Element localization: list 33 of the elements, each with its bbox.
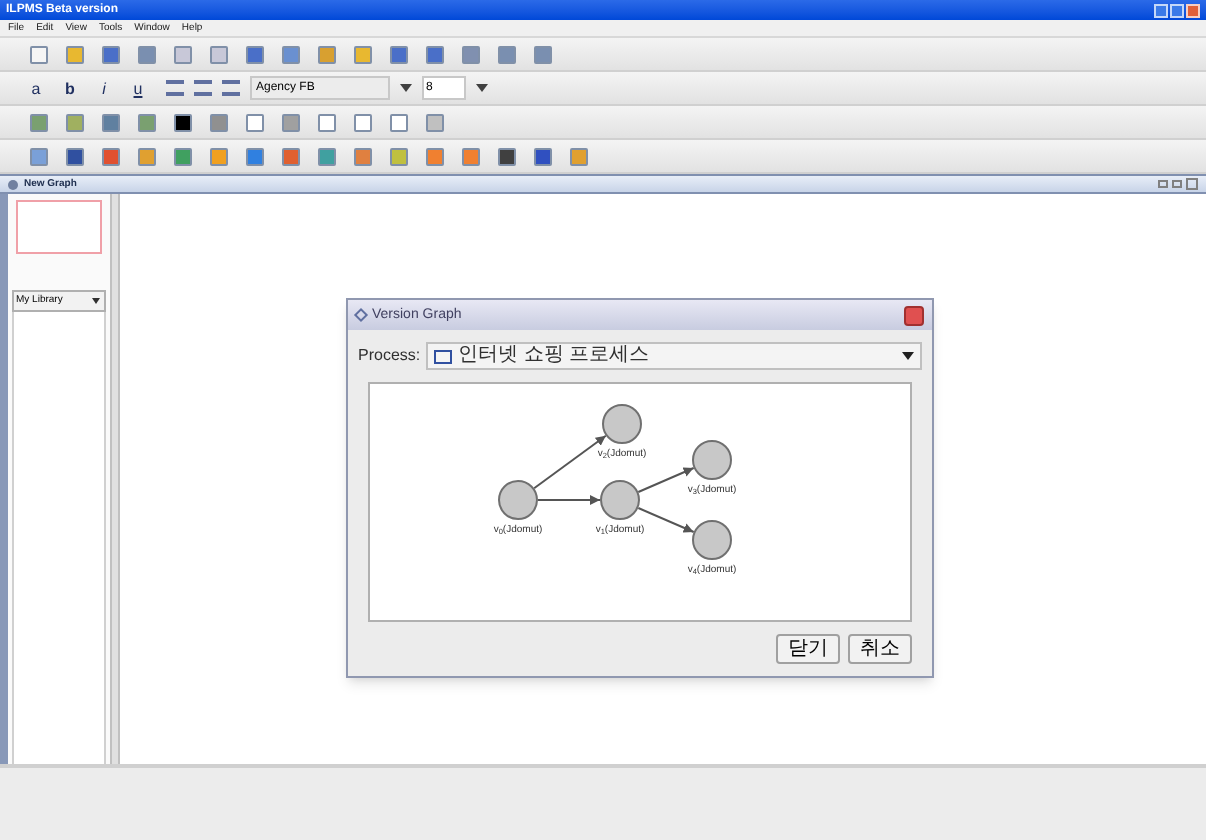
- caret-icon: [476, 84, 488, 92]
- close-button[interactable]: [904, 305, 924, 325]
- maximize-icon: [1186, 178, 1198, 190]
- toolbar-button[interactable]: [60, 142, 88, 170]
- version-node[interactable]: [498, 480, 538, 520]
- edge-arrow: [537, 495, 601, 505]
- dialog-button[interactable]: 취소: [848, 634, 912, 664]
- folder-icon: [434, 349, 453, 363]
- version-node[interactable]: [602, 404, 642, 444]
- process-value: 인터넷 쇼핑 프로세스: [458, 344, 652, 368]
- caret-icon: [92, 298, 100, 304]
- graph-icon: [8, 179, 18, 189]
- dialog-button[interactable]: 닫기: [776, 634, 840, 664]
- minimize-button[interactable]: [1154, 3, 1168, 17]
- toolbar-button[interactable]: [528, 142, 556, 170]
- process-dropdown[interactable]: 인터넷 쇼핑 프로세스: [426, 342, 922, 370]
- style-button[interactable]: u: [126, 75, 150, 101]
- scrollbar[interactable]: [110, 194, 120, 764]
- toolbar-button[interactable]: [168, 108, 196, 136]
- version-node[interactable]: [692, 440, 732, 480]
- preview-box: [16, 200, 102, 254]
- caret-icon: [400, 84, 412, 92]
- edge-arrow: [637, 466, 695, 494]
- style-button[interactable]: a: [24, 75, 48, 101]
- toolbar-button[interactable]: [492, 142, 520, 170]
- caret-icon: [902, 352, 914, 360]
- maximize-button[interactable]: [1170, 3, 1184, 17]
- style-button[interactable]: b: [58, 75, 82, 101]
- version-node[interactable]: [600, 480, 640, 520]
- version-node[interactable]: [692, 520, 732, 560]
- style-button[interactable]: i: [92, 75, 116, 101]
- edge-arrow: [533, 434, 607, 490]
- process-label: Process:: [358, 346, 421, 366]
